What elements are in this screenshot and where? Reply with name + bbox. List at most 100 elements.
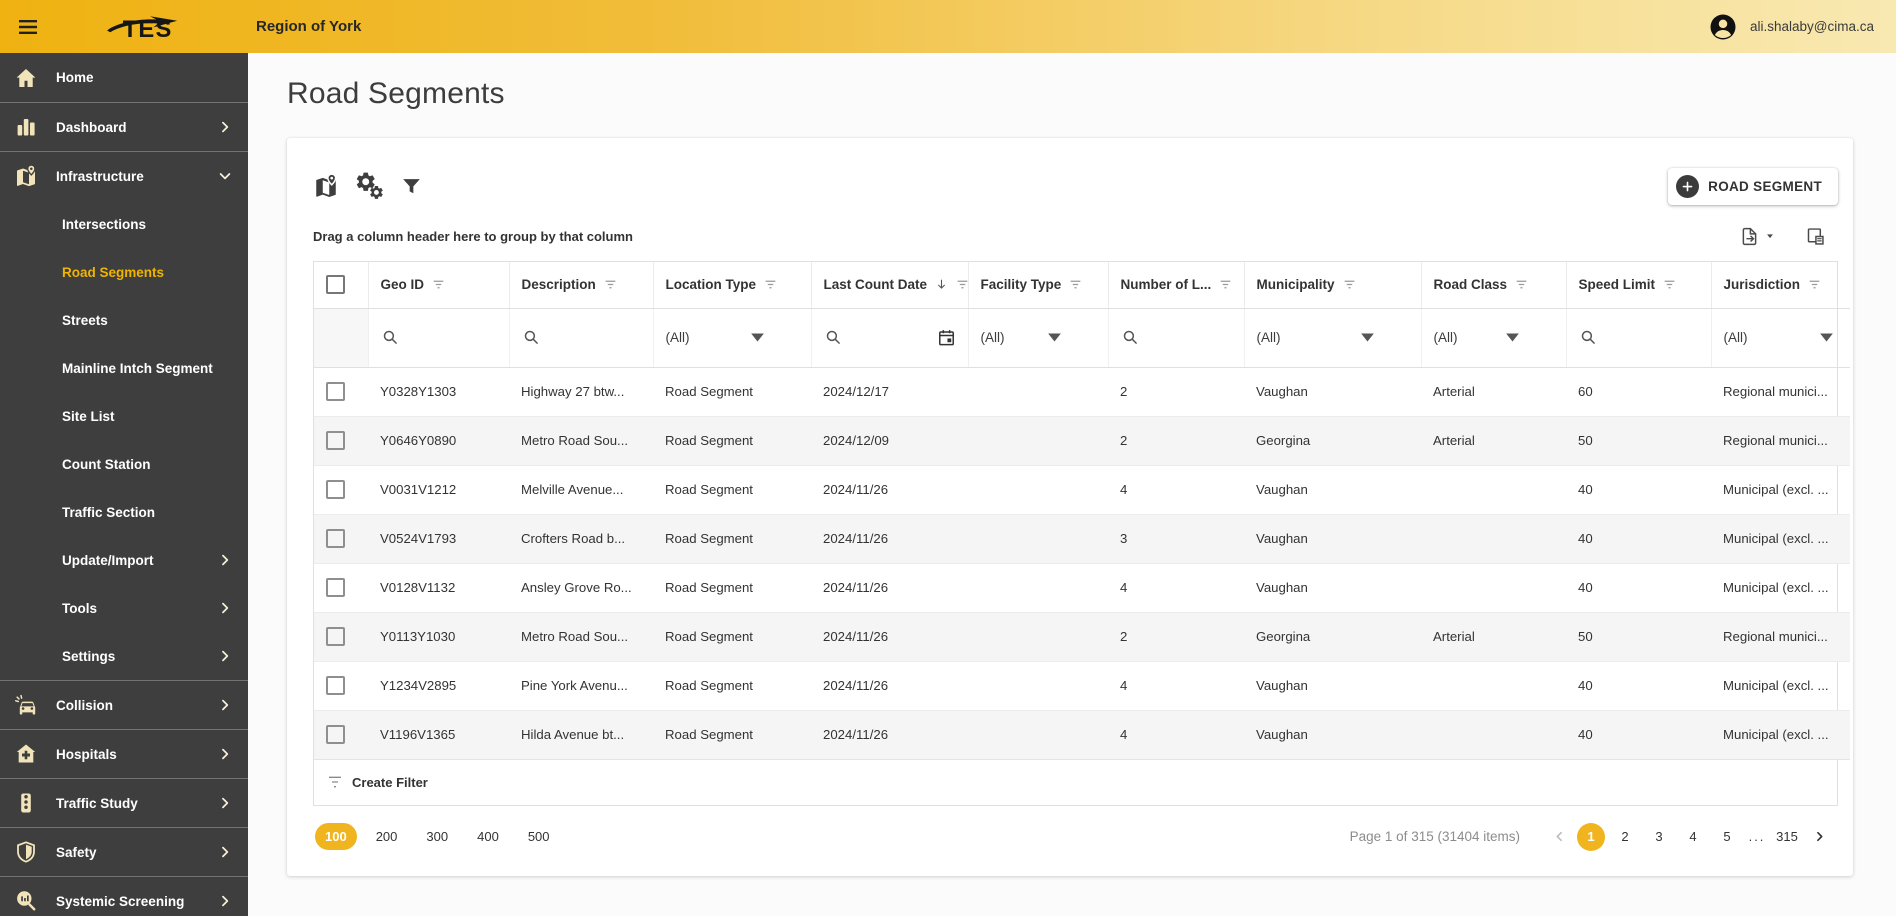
filter-cell-municipality[interactable]: (All) <box>1244 308 1422 368</box>
sidebar-item-safety[interactable]: Safety <box>0 827 248 876</box>
cell-geo-id: Y1234V2895 <box>368 661 509 711</box>
header-filter-icon[interactable] <box>1808 278 1821 291</box>
cell-jurisdiction: Municipal (excl. ... <box>1711 465 1850 515</box>
sidebar-item-traffic-section[interactable]: Traffic Section <box>0 488 248 536</box>
column-header-municipality[interactable]: Municipality <box>1244 262 1422 309</box>
row-checkbox[interactable] <box>326 627 345 646</box>
page-button-5[interactable]: 5 <box>1713 823 1741 851</box>
table-row[interactable]: Y0113Y1030 Metro Road Sou... Road Segment 2… <box>314 612 1850 662</box>
header-filter-icon[interactable] <box>1343 278 1356 291</box>
page-button-3[interactable]: 3 <box>1645 823 1673 851</box>
filter-cell-number-of-l[interactable] <box>1108 308 1245 368</box>
road-segments-table: Geo ID Description Location Type Last Count… <box>314 262 1850 760</box>
filter-cell-description[interactable] <box>509 308 654 368</box>
page-size-400[interactable]: 400 <box>467 823 509 850</box>
export-button[interactable] <box>1739 226 1775 247</box>
filter-cell-road-class[interactable]: (All) <box>1421 308 1567 368</box>
header-filter-icon[interactable] <box>1069 278 1082 291</box>
header-filter-icon[interactable] <box>1219 278 1232 291</box>
table-row[interactable]: V0524V1793 Crofters Road b... Road Segment… <box>314 514 1850 564</box>
column-header-speed-limit[interactable]: Speed Limit <box>1566 262 1712 309</box>
row-checkbox-cell <box>314 416 368 466</box>
row-checkbox[interactable] <box>326 529 345 548</box>
calendar-icon[interactable] <box>937 328 956 347</box>
table-row[interactable]: V0031V1212 Melville Avenue... Road Segment… <box>314 465 1850 515</box>
filter-cell-last-count-date[interactable] <box>811 308 969 368</box>
sidebar-item-count-station[interactable]: Count Station <box>0 440 248 488</box>
sidebar-item-mainline-intch-segment[interactable]: Mainline Intch Segment <box>0 344 248 392</box>
sidebar-item-systemic-screening[interactable]: Systemic Screening <box>0 876 248 916</box>
row-checkbox-cell <box>314 465 368 515</box>
page-size-100[interactable]: 100 <box>315 823 357 850</box>
column-header-number-of-l[interactable]: Number of L... <box>1108 262 1245 309</box>
pager-next-button[interactable] <box>1804 822 1834 852</box>
column-header-road-class[interactable]: Road Class <box>1421 262 1567 309</box>
caret-down-icon[interactable] <box>1358 328 1377 347</box>
column-header-last-count-date[interactable]: Last Count Date <box>811 262 969 309</box>
row-checkbox[interactable] <box>326 480 345 499</box>
sidebar-item-intersections[interactable]: Intersections <box>0 200 248 248</box>
header-filter-icon[interactable] <box>1515 278 1528 291</box>
create-filter-button[interactable]: Create Filter <box>314 760 1837 805</box>
sidebar-item-streets[interactable]: Streets <box>0 296 248 344</box>
row-checkbox[interactable] <box>326 725 345 744</box>
header-filter-icon[interactable] <box>604 278 617 291</box>
sidebar-item-traffic-study[interactable]: Traffic Study <box>0 778 248 827</box>
caret-down-icon[interactable] <box>1045 328 1064 347</box>
add-road-segment-label: ROAD SEGMENT <box>1708 178 1822 194</box>
caret-down-icon[interactable] <box>748 328 767 347</box>
column-chooser-button[interactable] <box>1805 226 1826 247</box>
row-checkbox[interactable] <box>326 676 345 695</box>
row-checkbox[interactable] <box>326 578 345 597</box>
sidebar-item-home[interactable]: Home <box>0 53 248 102</box>
map-settings-button[interactable] <box>356 172 383 199</box>
header-filter-icon[interactable] <box>1663 278 1676 291</box>
table-row[interactable]: Y1234V2895 Pine York Avenu... Road Segment… <box>314 661 1850 711</box>
page-size-200[interactable]: 200 <box>366 823 408 850</box>
table-row[interactable]: V1196V1365 Hilda Avenue bt... Road Segment… <box>314 710 1850 760</box>
header-filter-icon[interactable] <box>432 278 445 291</box>
filter-button[interactable] <box>401 176 422 197</box>
sidebar-item-dashboard[interactable]: Dashboard <box>0 102 248 151</box>
sidebar-item-collision[interactable]: Collision <box>0 680 248 729</box>
header-filter-icon[interactable] <box>956 278 967 291</box>
page-button-315[interactable]: 315 <box>1773 823 1801 851</box>
map-view-button[interactable] <box>313 173 339 199</box>
column-header-description[interactable]: Description <box>509 262 654 309</box>
page-button-4[interactable]: 4 <box>1679 823 1707 851</box>
filter-cell-jurisdiction[interactable]: (All) <box>1711 308 1850 368</box>
filter-cell-geo-id[interactable] <box>368 308 510 368</box>
user-account[interactable]: ali.shalaby@cima.ca <box>1708 12 1874 42</box>
sidebar-item-tools[interactable]: Tools <box>0 584 248 632</box>
row-checkbox[interactable] <box>326 382 345 401</box>
column-header-jurisdiction[interactable]: Jurisdiction <box>1711 262 1850 309</box>
sidebar-item-update-import[interactable]: Update/Import <box>0 536 248 584</box>
sidebar-item-infrastructure[interactable]: Infrastructure <box>0 151 248 200</box>
header-filter-icon[interactable] <box>764 278 777 291</box>
filter-cell-speed-limit[interactable] <box>1566 308 1712 368</box>
column-header-geo-id[interactable]: Geo ID <box>368 262 510 309</box>
sidebar-item-road-segments[interactable]: Road Segments <box>0 248 248 296</box>
caret-down-icon[interactable] <box>1817 328 1836 347</box>
page-button-2[interactable]: 2 <box>1611 823 1639 851</box>
filter-cell-facility-type[interactable]: (All) <box>968 308 1109 368</box>
hamburger-menu-icon[interactable] <box>16 14 42 40</box>
table-row[interactable]: V0128V1132 Ansley Grove Ro... Road Segment… <box>314 563 1850 613</box>
sidebar-item-settings[interactable]: Settings <box>0 632 248 680</box>
row-checkbox[interactable] <box>326 431 345 450</box>
caret-down-icon[interactable] <box>1503 328 1522 347</box>
column-header-facility-type[interactable]: Facility Type <box>968 262 1109 309</box>
page-size-500[interactable]: 500 <box>518 823 560 850</box>
sidebar-item-hospitals[interactable]: Hospitals <box>0 729 248 778</box>
filter-cell-location-type[interactable]: (All) <box>653 308 812 368</box>
page-size-300[interactable]: 300 <box>416 823 458 850</box>
sidebar-item-label: Traffic Section <box>62 504 156 520</box>
column-header-location-type[interactable]: Location Type <box>653 262 812 309</box>
systemic-screening-icon <box>14 889 38 913</box>
select-all-checkbox[interactable] <box>326 275 345 295</box>
sidebar-item-site-list[interactable]: Site List <box>0 392 248 440</box>
table-row[interactable]: Y0646Y0890 Metro Road Sou... Road Segment 2… <box>314 416 1850 466</box>
table-row[interactable]: Y0328Y1303 Highway 27 btw... Road Segment 2… <box>314 367 1850 417</box>
add-road-segment-button[interactable]: ROAD SEGMENT <box>1668 167 1838 205</box>
page-button-1[interactable]: 1 <box>1577 822 1605 851</box>
